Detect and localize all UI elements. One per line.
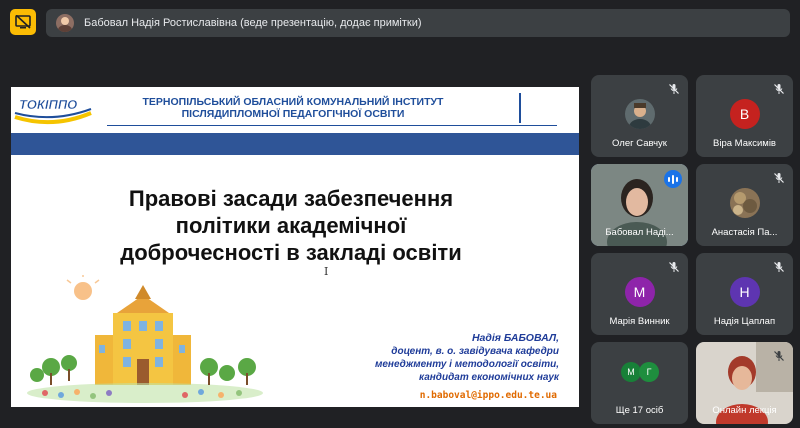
participant-tile[interactable]: Анастасія Па... [696, 164, 793, 246]
participant-name: Марія Винник [609, 316, 670, 327]
author-email: n.baboval@ippo.edu.te.ua [419, 390, 557, 401]
participant-avatar [624, 99, 655, 129]
title-line: доброчесності в закладі освіти [120, 240, 462, 265]
participant-avatar: Г [639, 362, 659, 382]
participant-tile[interactable]: Олег Савчук [591, 75, 688, 157]
top-bar: Бабовал Надія Ростиславівна (веде презен… [10, 9, 790, 37]
mic-off-icon [669, 262, 679, 272]
mic-off-icon [774, 351, 784, 361]
speaking-indicator-icon [664, 170, 682, 188]
presenter-label: Бабовал Надія Ростиславівна (веде презен… [84, 17, 422, 29]
institute-logo: ТОКІППО [14, 97, 92, 125]
participant-name: Олег Савчук [612, 138, 667, 149]
participant-tile[interactable]: Н Надія Цаплап [696, 253, 793, 335]
participant-tile-active-speaker[interactable]: Бабовал Наді... [591, 164, 688, 246]
presenter-avatar [56, 14, 74, 32]
stop-presenting-button[interactable] [10, 9, 36, 35]
participant-name: Анастасія Па... [711, 227, 778, 238]
participant-tile[interactable]: В Віра Максимів [696, 75, 793, 157]
mic-off-icon [669, 84, 679, 94]
participant-name: Бабовал Наді... [605, 227, 674, 238]
mic-off-icon [774, 262, 784, 272]
participant-avatar: М [624, 277, 655, 307]
mic-off-icon [774, 84, 784, 94]
author-line: менеджменту і методології освіти, [374, 359, 559, 370]
participant-name: Онлайн лекція [712, 405, 777, 416]
presentation-slide: ТОКІППО ТЕРНОПІЛЬСЬКИЙ ОБЛАСНИЙ КОМУНАЛЬ… [11, 87, 579, 407]
participant-name: Надія Цаплап [713, 316, 776, 327]
more-participants-avatars: М Г [621, 362, 661, 382]
title-line: Правові засади забезпечення [128, 186, 454, 211]
slide-header: ТОКІППО ТЕРНОПІЛЬСЬКИЙ ОБЛАСНИЙ КОМУНАЛЬ… [11, 87, 579, 127]
title-line: політики академічної [175, 213, 407, 238]
institute-line: ПІСЛЯДИПЛОМНОЇ ПЕДАГОГІЧНОЇ ОСВІТИ [181, 108, 405, 120]
school-illustration [27, 275, 263, 403]
author-line: кандидат економічних наук [419, 372, 559, 383]
author-line: доцент, в. о. завідувача кафедри [391, 346, 559, 357]
presenter-chip[interactable]: Бабовал Надія Ростиславівна (веде презен… [46, 9, 790, 37]
participant-avatar: М [621, 362, 641, 382]
institute-line: ТЕРНОПІЛЬСЬКИЙ ОБЛАСНИЙ КОМУНАЛЬНИЙ ІНСТ… [142, 96, 444, 108]
header-underline [107, 125, 557, 126]
logo-text: ТОКІППО [19, 97, 77, 112]
participant-name: Віра Максимів [713, 138, 776, 149]
slide-band [11, 133, 579, 155]
mic-off-icon [774, 173, 784, 183]
more-participants-tile[interactable]: М Г Ще 17 осіб [591, 342, 688, 424]
institute-name: ТЕРНОПІЛЬСЬКИЙ ОБЛАСНИЙ КОМУНАЛЬНИЙ ІНСТ… [123, 96, 463, 120]
participant-avatar: В [729, 99, 760, 129]
author-block: Надія БАБОВАЛ, доцент, в. о. завідувача … [299, 332, 559, 384]
slide-title: Правові засади забезпечення політики ака… [51, 185, 531, 266]
participant-avatar [729, 188, 760, 218]
more-participants-label: Ще 17 осіб [615, 405, 664, 416]
author-name: Надія БАБОВАЛ, [471, 332, 559, 344]
participant-tile[interactable]: М Марія Винник [591, 253, 688, 335]
present-off-icon [15, 15, 31, 29]
text-cursor: I [324, 265, 329, 278]
header-divider [519, 93, 521, 123]
participant-tile[interactable]: Онлайн лекція [696, 342, 793, 424]
participant-avatar: Н [729, 277, 760, 307]
